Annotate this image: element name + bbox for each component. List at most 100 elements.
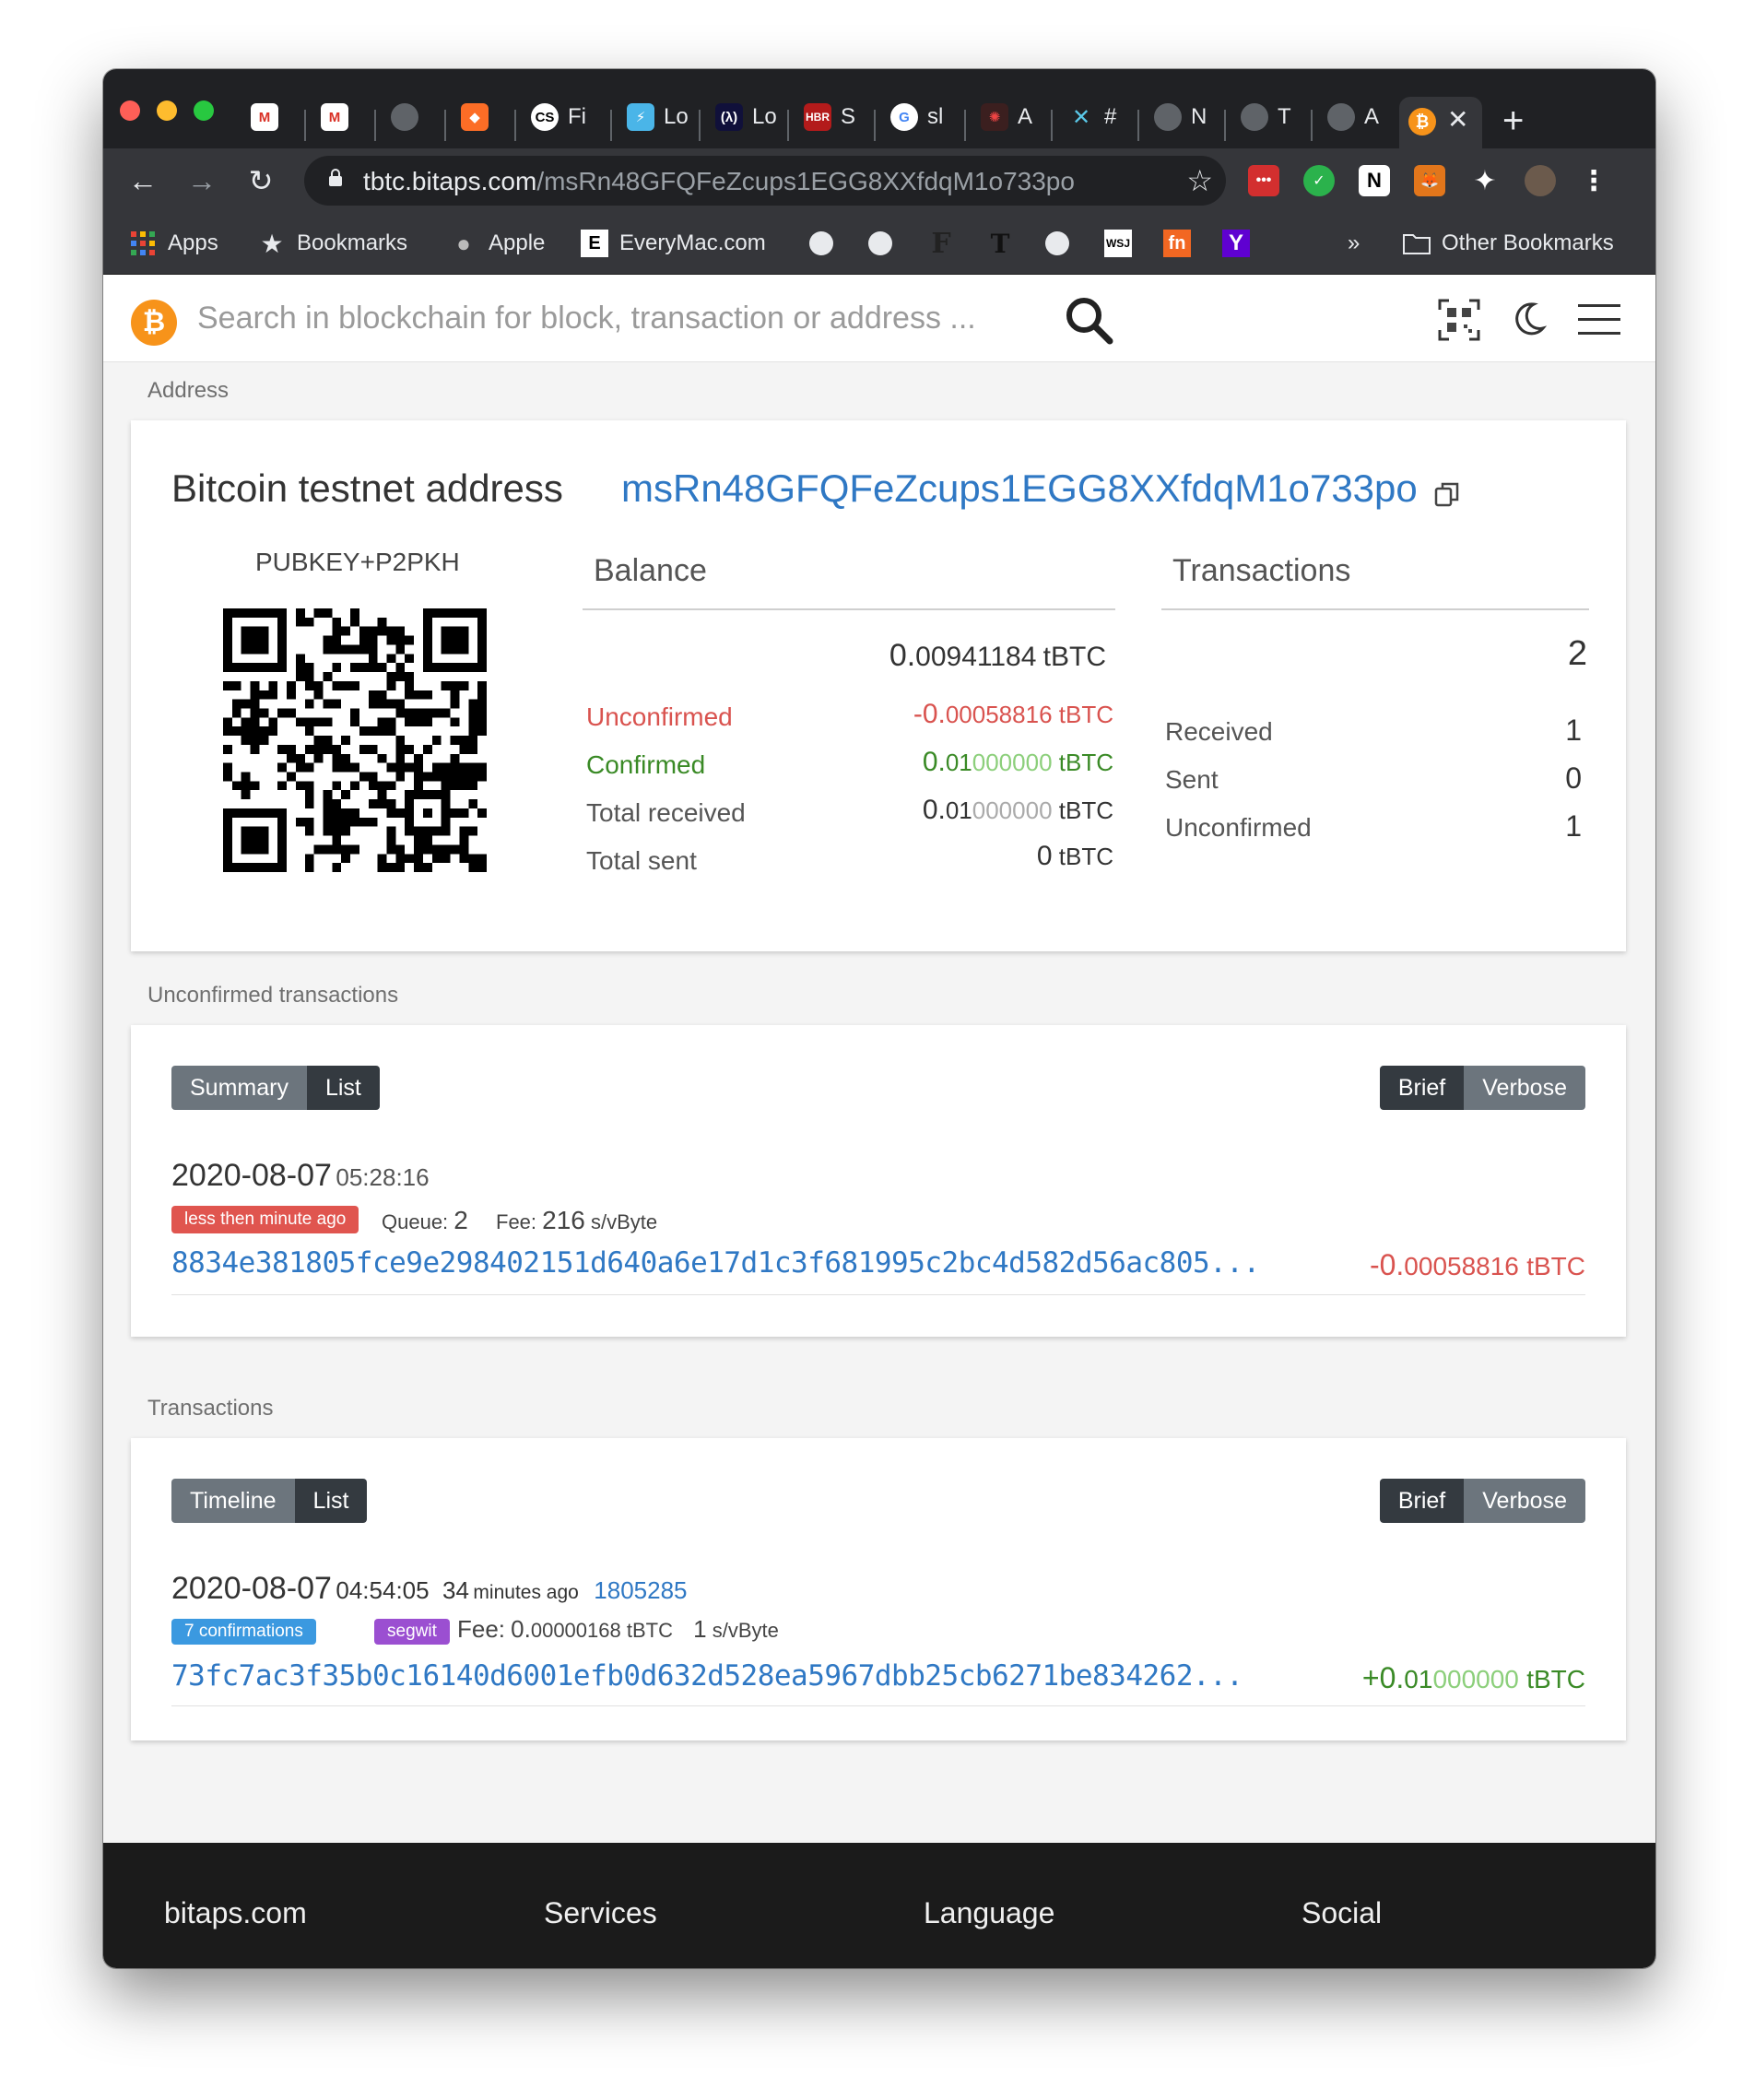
- dark-mode-moon-icon[interactable]: [1510, 301, 1547, 337]
- unconfirmed-label: Unconfirmed: [586, 702, 733, 731]
- profile-avatar[interactable]: [1525, 165, 1556, 196]
- search-input[interactable]: [195, 293, 992, 343]
- tab-globe-1[interactable]: [391, 99, 418, 136]
- bookmark-other[interactable]: Other Bookmarks: [1403, 226, 1614, 261]
- bookmark-apps[interactable]: Apps: [129, 226, 218, 261]
- value-frac-faded: 000000: [972, 749, 1053, 776]
- bitaps-logo[interactable]: ₿: [131, 300, 177, 346]
- brief-button[interactable]: Brief: [1379, 1479, 1465, 1523]
- bookmark-everymac[interactable]: E EveryMac.com: [581, 226, 766, 261]
- tab-lightning[interactable]: ⚡ Lo: [627, 99, 689, 136]
- timeline-button[interactable]: Timeline: [171, 1479, 295, 1523]
- sent-count: 0: [1565, 761, 1582, 795]
- bookmarks-bar: Apps ★ Bookmarks ● Apple E EveryMac.com …: [103, 213, 1655, 275]
- bookmark-fn[interactable]: fn: [1163, 226, 1202, 261]
- close-window-button[interactable]: [120, 100, 140, 121]
- tab-hbr[interactable]: HBR S: [804, 99, 855, 136]
- bookmark-label: Apps: [168, 230, 218, 255]
- address-type: PUBKEY+P2PKH: [255, 548, 460, 576]
- footer-language-link[interactable]: Language: [924, 1896, 1054, 1930]
- received-count: 1: [1565, 714, 1582, 747]
- value-frac: 00058816: [945, 701, 1053, 728]
- unconfirmed-card: Summary List Brief Verbose 2020-08-07 05…: [131, 1025, 1626, 1337]
- balance-unit: tBTC: [1042, 642, 1106, 672]
- zoom-window-button[interactable]: [194, 100, 214, 121]
- footer-services-link[interactable]: Services: [544, 1896, 657, 1930]
- tab-title: Lo: [752, 104, 777, 129]
- value-frac: 01: [945, 796, 972, 824]
- lastpass-icon[interactable]: •••: [1248, 165, 1279, 196]
- summary-button[interactable]: Summary: [171, 1066, 307, 1110]
- tx-hash-link[interactable]: 73fc7ac3f35b0c16140d6001efb0d632d528ea59…: [171, 1659, 1243, 1693]
- bookmark-label: Apple: [489, 230, 546, 255]
- qr-scan-icon[interactable]: [1438, 299, 1480, 341]
- bookmark-overflow[interactable]: »: [1348, 226, 1360, 261]
- fee-label: Fee:: [457, 1615, 506, 1643]
- browser-menu-icon[interactable]: ⋮: [1578, 165, 1609, 196]
- globe-icon: [1045, 231, 1069, 255]
- tx-hash-link[interactable]: 8834e381805fce9e298402151d640a6e17d1c3f6…: [171, 1246, 1260, 1280]
- tab-title: A: [1018, 104, 1033, 129]
- notion-icon[interactable]: N: [1359, 165, 1390, 196]
- bookmark-wsj[interactable]: WSJ: [1104, 226, 1143, 261]
- bookmark-apple[interactable]: ● Apple: [450, 226, 545, 261]
- tab-globe-4[interactable]: A: [1327, 99, 1379, 136]
- list-button[interactable]: List: [306, 1066, 380, 1110]
- tab-gmail-1[interactable]: M: [251, 99, 278, 136]
- check-extension-icon[interactable]: ✓: [1303, 165, 1335, 196]
- footer-site-link[interactable]: bitaps.com: [164, 1896, 307, 1930]
- minimize-window-button[interactable]: [157, 100, 177, 121]
- tab-globe-2[interactable]: N: [1154, 99, 1207, 136]
- bookmark-f[interactable]: F: [927, 226, 966, 261]
- bookmark-globe-1[interactable]: [809, 226, 844, 261]
- tab-globe-3[interactable]: T: [1241, 99, 1291, 136]
- tab-title: Lo: [664, 104, 689, 129]
- bookmark-yahoo[interactable]: Y: [1222, 226, 1261, 261]
- brief-button[interactable]: Brief: [1379, 1066, 1465, 1110]
- back-button[interactable]: ←: [120, 158, 166, 204]
- bookmark-bookmarks[interactable]: ★ Bookmarks: [258, 226, 407, 261]
- verbose-button[interactable]: Verbose: [1464, 1066, 1585, 1110]
- forward-button[interactable]: →: [179, 158, 225, 204]
- block-height-link[interactable]: 1805285: [594, 1576, 687, 1604]
- address-value[interactable]: msRn48GFQFeZcups1EGG8XXfdqM1o733po: [621, 466, 1418, 511]
- amount-frac-faded: 000000: [1432, 1665, 1519, 1693]
- list-button[interactable]: List: [294, 1479, 368, 1523]
- hamburger-menu-icon[interactable]: [1578, 302, 1620, 336]
- unconfirmed-value: -0.00058816 tBTC: [795, 699, 1113, 730]
- footer-social-link[interactable]: Social: [1302, 1896, 1382, 1930]
- reload-button[interactable]: ↻: [238, 158, 284, 204]
- confirmed-label: Confirmed: [586, 750, 706, 779]
- tab-cs[interactable]: CS Fi: [531, 99, 586, 136]
- copy-icon[interactable]: [1434, 481, 1460, 509]
- confirmations-badge: 7 confirmations: [171, 1619, 316, 1645]
- tab-confluence[interactable]: ✕ #: [1067, 99, 1116, 136]
- bookmark-star-icon[interactable]: ☆: [1186, 163, 1213, 198]
- bookmark-globe-3[interactable]: [1045, 226, 1080, 261]
- code-icon: (λ): [715, 103, 743, 131]
- verbose-button[interactable]: Verbose: [1464, 1479, 1585, 1523]
- section-label-unconfirmed: Unconfirmed transactions: [147, 983, 399, 1008]
- tab-gitlab[interactable]: ◆: [461, 99, 489, 136]
- mode-toggle: Brief Verbose: [1379, 1479, 1585, 1523]
- bookmark-globe-2[interactable]: [868, 226, 903, 261]
- globe-icon: [868, 231, 892, 255]
- tab-google[interactable]: G sl: [890, 99, 943, 136]
- tab-gmail-2[interactable]: M: [321, 99, 348, 136]
- transactions-heading: Transactions: [1172, 553, 1351, 588]
- bookmark-nyt[interactable]: T: [986, 226, 1025, 261]
- address-bar[interactable]: tbtc.bitaps.com/msRn48GFQFeZcups1EGG8XXf…: [304, 156, 1226, 206]
- active-tab[interactable]: ₿ ✕: [1399, 97, 1482, 148]
- chevron-overflow-icon: »: [1348, 230, 1360, 255]
- extensions-puzzle-icon[interactable]: ✦: [1469, 165, 1501, 196]
- new-tab-button[interactable]: +: [1502, 100, 1524, 142]
- fee-info: Fee: 216 s/vByte: [496, 1206, 657, 1235]
- amount-unit: tBTC: [1526, 1252, 1585, 1280]
- close-tab-icon[interactable]: ✕: [1447, 104, 1468, 135]
- metamask-icon[interactable]: 🦊: [1414, 165, 1445, 196]
- tab-code[interactable]: (λ) Lo: [715, 99, 777, 136]
- wsj-icon: WSJ: [1104, 230, 1132, 257]
- tab-openai[interactable]: ✺ A: [981, 99, 1032, 136]
- hbr-icon: HBR: [804, 103, 831, 131]
- search-icon[interactable]: [1064, 295, 1113, 345]
